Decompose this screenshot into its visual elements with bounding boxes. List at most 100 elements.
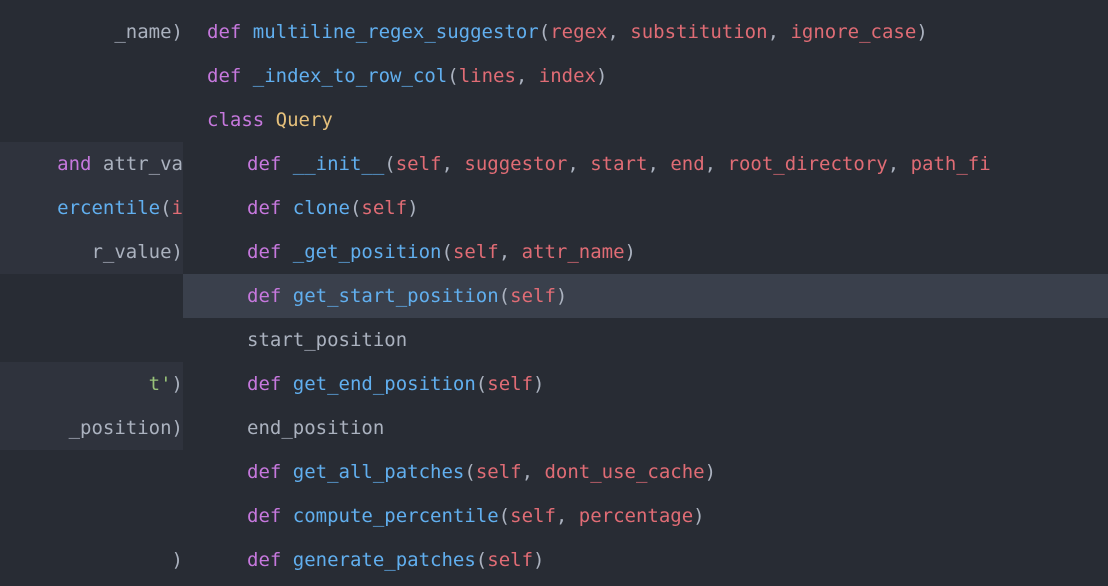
code-token: end_position: [247, 417, 384, 439]
code-token: ): [705, 461, 716, 483]
outline-row[interactable]: end_position: [207, 406, 1108, 450]
code-token: def: [247, 373, 293, 395]
code-token: self: [361, 197, 407, 219]
code-token: generate_patches: [293, 549, 476, 571]
code-token: end: [670, 153, 704, 175]
code-token: get_all_patches: [293, 461, 465, 483]
code-token: get_start_position: [293, 285, 499, 307]
code-token: and: [57, 142, 103, 186]
code-token: self: [487, 549, 533, 571]
code-token: ,: [768, 21, 791, 43]
code-token: start_position: [247, 329, 407, 351]
code-token: percentage: [579, 505, 693, 527]
code-token: dont_use_cache: [544, 461, 704, 483]
code-token: def: [247, 549, 293, 571]
code-token: ): [533, 373, 544, 395]
code-token: def: [247, 505, 293, 527]
code-token: ercentile: [57, 186, 160, 230]
outline-row[interactable]: def generate_patches(self): [207, 538, 1108, 582]
code-token: def: [247, 197, 293, 219]
code-token: (: [499, 505, 510, 527]
left-code-row[interactable]: _name): [0, 10, 183, 54]
left-code-row[interactable]: [0, 450, 183, 494]
code-token: ): [172, 230, 183, 274]
code-token: ,: [499, 241, 522, 263]
code-token: r_value: [91, 230, 171, 274]
outline-row[interactable]: def __init__(self, suggestor, start, end…: [207, 142, 1108, 186]
outline-row[interactable]: def get_all_patches(self, dont_use_cache…: [207, 450, 1108, 494]
outline-pane[interactable]: def multiline_regex_suggestor ( regex, sub…: [183, 0, 1108, 586]
left-code-row[interactable]: r_value): [0, 230, 183, 274]
code-token: ,: [516, 65, 539, 87]
code-token: (: [464, 461, 475, 483]
code-token: t': [149, 362, 172, 406]
code-token: clone: [293, 197, 350, 219]
code-token: attr_va: [103, 142, 183, 186]
code-token: (: [441, 241, 452, 263]
code-token: def: [247, 285, 293, 307]
editor-area: _name)and attr_vaercentile(ir_value)t')_…: [0, 0, 1108, 586]
code-token: self: [487, 373, 533, 395]
code-token: compute_percentile: [293, 505, 499, 527]
code-token: Query: [276, 109, 333, 131]
left-code-row[interactable]: t'): [0, 362, 183, 406]
code-token: regex: [550, 21, 607, 43]
left-code-row[interactable]: ): [0, 538, 183, 582]
outline-row[interactable]: start_position: [207, 318, 1108, 362]
code-token: multiline_regex_suggestor: [253, 21, 539, 43]
code-token: def: [207, 21, 253, 43]
code-token: ): [172, 10, 183, 54]
code-token: ): [625, 241, 636, 263]
code-token: ,: [647, 153, 670, 175]
code-token: suggestor: [464, 153, 567, 175]
code-token: get_end_position: [293, 373, 476, 395]
left-code-row[interactable]: [0, 54, 183, 98]
code-token: substitution: [630, 21, 767, 43]
outline-row[interactable]: def multiline_regex_suggestor(regex, sub…: [207, 10, 1108, 54]
left-code-row[interactable]: _position): [0, 406, 183, 450]
code-token: ,: [567, 153, 590, 175]
outline-row[interactable]: def _index_to_row_col(lines, index): [207, 54, 1108, 98]
code-token: ): [533, 549, 544, 571]
outline-row[interactable]: class Query: [207, 98, 1108, 142]
code-token: (: [384, 153, 395, 175]
code-token: ): [556, 285, 567, 307]
outline-row[interactable]: def get_end_position(self): [207, 362, 1108, 406]
code-token: self: [510, 285, 556, 307]
code-token: self: [510, 505, 556, 527]
code-token: ): [916, 21, 927, 43]
left-code-row[interactable]: [0, 318, 183, 362]
left-code-row[interactable]: [0, 274, 183, 318]
code-token: attr_name: [522, 241, 625, 263]
outline-row[interactable]: def _get_position(self, attr_name): [207, 230, 1108, 274]
left-code-row[interactable]: [0, 494, 183, 538]
code-token: index: [539, 65, 596, 87]
code-token: root_directory: [728, 153, 888, 175]
code-token: self: [453, 241, 499, 263]
code-token: ,: [556, 505, 579, 527]
left-code-row[interactable]: and attr_va: [0, 142, 183, 186]
outline-row[interactable]: def compute_percentile(self, percentage): [207, 494, 1108, 538]
code-token: def: [247, 153, 293, 175]
left-code-row[interactable]: ercentile(i: [0, 186, 183, 230]
code-token: _get_position: [293, 241, 442, 263]
code-token: ,: [888, 153, 911, 175]
outline-row[interactable]: def clone(self): [207, 186, 1108, 230]
code-token: ,: [705, 153, 728, 175]
left-editor-pane[interactable]: _name)and attr_vaercentile(ir_value)t')_…: [0, 0, 183, 586]
code-token: self: [396, 153, 442, 175]
code-token: _position: [69, 406, 172, 450]
code-token: ,: [522, 461, 545, 483]
code-token: (: [476, 373, 487, 395]
outline-row-selected[interactable]: def get_start_position(self): [183, 274, 1108, 318]
code-token: (: [499, 285, 510, 307]
code-token: _index_to_row_col: [253, 65, 447, 87]
code-token: ): [596, 65, 607, 87]
code-token: ): [172, 406, 183, 450]
code-token: _name: [114, 10, 171, 54]
code-token: def: [247, 241, 293, 263]
code-token: start: [590, 153, 647, 175]
code-token: (: [447, 65, 458, 87]
left-code-row[interactable]: [0, 98, 183, 142]
code-token: lines: [459, 65, 516, 87]
